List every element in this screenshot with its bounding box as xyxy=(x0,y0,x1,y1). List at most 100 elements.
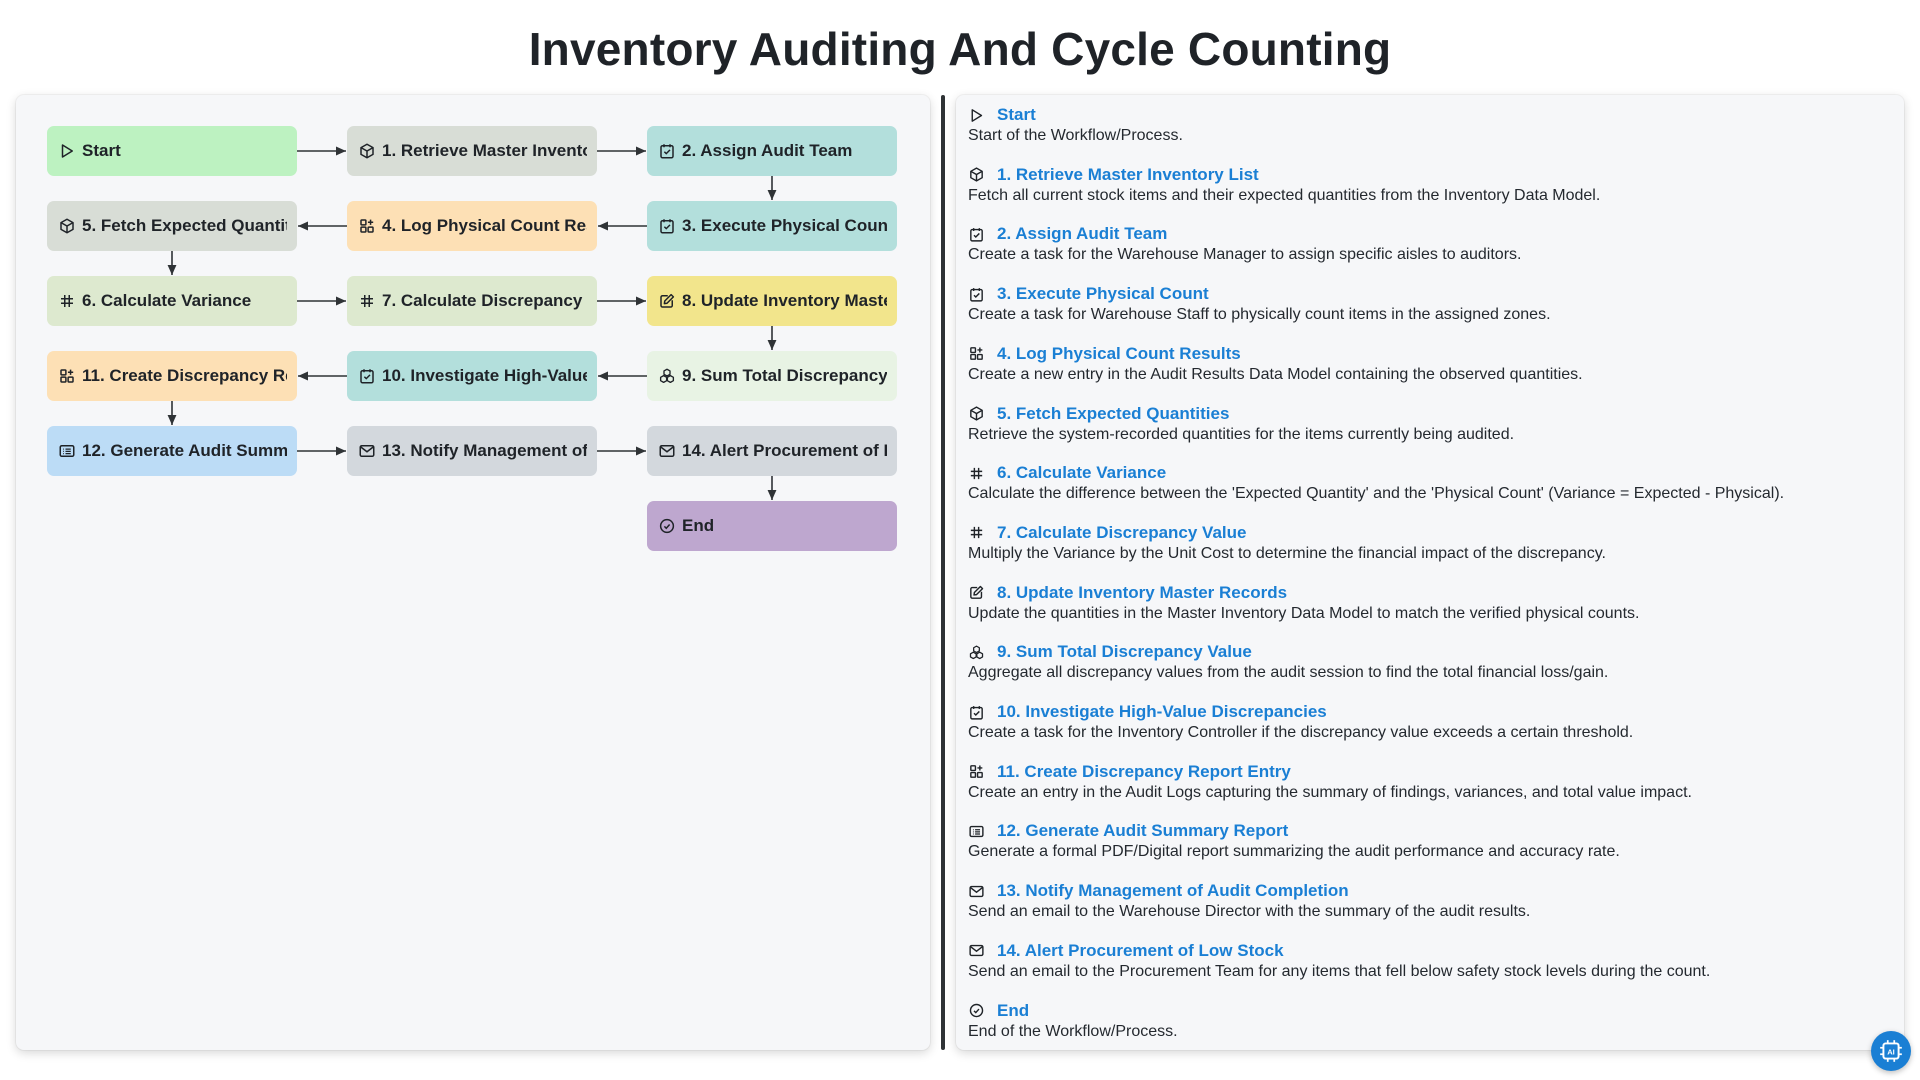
flow-node-label: 12. Generate Audit Summary Report xyxy=(82,441,287,460)
step-detail-item: 4. Log Physical Count Results Create a ne… xyxy=(968,343,1888,385)
flow-node-n14[interactable]: 14. Alert Procurement of Low Stock xyxy=(647,426,897,476)
step-description: Start of the Workflow/Process. xyxy=(968,127,1183,144)
step-title-link[interactable]: 2. Assign Audit Team xyxy=(997,224,1167,244)
step-description: Aggregate all discrepancy values from th… xyxy=(968,664,1609,682)
step-title-link[interactable]: 8. Update Inventory Master Records xyxy=(997,583,1287,603)
cube-icon xyxy=(970,167,983,182)
flow-node-label: 4. Log Physical Count Results xyxy=(382,216,587,235)
flow-node-n10[interactable]: 10. Investigate High-Value Discrepancies xyxy=(347,351,597,401)
task-check-icon xyxy=(660,144,674,159)
calculator-hash-icon xyxy=(970,527,983,539)
flow-node-label: 2. Assign Audit Team xyxy=(682,141,853,160)
flow-node-label: Start xyxy=(82,141,121,160)
step-title-link[interactable]: End xyxy=(997,1001,1029,1021)
flow-node-label: 13. Notify Management of Audit Completio… xyxy=(382,441,587,460)
step-detail-item: End End of the Workflow/Process. xyxy=(968,1000,1888,1042)
flow-diagram-panel: Start 1. Retrieve Master Inventory List 2.… xyxy=(16,95,930,1050)
step-title-link[interactable]: 9. Sum Total Discrepancy Value xyxy=(997,642,1252,662)
flow-node-n1[interactable]: 1. Retrieve Master Inventory List xyxy=(347,126,597,176)
data-grid-icon xyxy=(60,369,74,383)
flow-node-label: 9. Sum Total Discrepancy Value xyxy=(682,366,887,385)
step-description: Generate a formal PDF/Digital report sum… xyxy=(968,843,1620,861)
flow-node-n6[interactable]: 6. Calculate Variance xyxy=(47,276,297,326)
edit-icon xyxy=(660,293,675,308)
step-detail-item: 1. Retrieve Master Inventory List Fetch a… xyxy=(968,164,1888,206)
step-title-link[interactable]: 10. Investigate High-Value Discrepancies xyxy=(997,702,1327,722)
mail-icon xyxy=(359,445,375,457)
play-icon xyxy=(61,144,73,158)
step-detail-item: 5. Fetch Expected Quantities Retrieve the… xyxy=(968,403,1888,445)
step-detail-item: 7. Calculate Discrepancy Value Multiply t… xyxy=(968,522,1888,564)
flow-node-end[interactable]: End xyxy=(647,501,897,551)
flow-node-n3[interactable]: 3. Execute Physical Count xyxy=(647,201,897,251)
flow-node-label: End xyxy=(682,516,715,535)
flow-node-label: 6. Calculate Variance xyxy=(82,291,252,310)
step-description: Create a task for the Warehouse Manager … xyxy=(968,246,1522,264)
flow-node-n2[interactable]: 2. Assign Audit Team xyxy=(647,126,897,176)
step-description: Multiply the Variance by the Unit Cost t… xyxy=(968,544,1606,562)
task-check-icon xyxy=(970,705,983,720)
step-detail-item: 9. Sum Total Discrepancy Value Aggregate … xyxy=(968,641,1888,683)
step-title-link[interactable]: 11. Create Discrepancy Report Entry xyxy=(997,762,1291,782)
step-detail-item: 6. Calculate Variance Calculate the diffe… xyxy=(968,462,1888,504)
data-grid-icon xyxy=(970,765,983,779)
step-title-link[interactable]: 5. Fetch Expected Quantities xyxy=(997,404,1229,424)
step-description: Update the quantities in the Master Inve… xyxy=(968,604,1640,622)
step-description: Create a task for the Inventory Controll… xyxy=(968,724,1634,741)
flow-node-n5[interactable]: 5. Fetch Expected Quantities xyxy=(47,201,297,251)
edit-icon xyxy=(970,585,984,599)
flow-node-start[interactable]: Start xyxy=(47,126,297,176)
step-description: Create a new entry in the Audit Results … xyxy=(968,365,1583,383)
step-detail-item: 11. Create Discrepancy Report Entry Creat… xyxy=(968,761,1888,803)
flow-node-n11[interactable]: 11. Create Discrepancy Report Entry xyxy=(47,351,297,401)
flow-node-label: 5. Fetch Expected Quantities xyxy=(82,216,287,235)
flow-node-label: 10. Investigate High-Value Discrepancies xyxy=(382,366,587,385)
aggregate-icon xyxy=(969,645,984,659)
step-details-panel: Start Start of the Workflow/Process. 1. Re… xyxy=(956,95,1904,1050)
check-circle-icon xyxy=(659,518,675,534)
flow-node-n12[interactable]: 12. Generate Audit Summary Report xyxy=(47,426,297,476)
flow-node-label: 3. Execute Physical Count xyxy=(682,216,887,235)
flow-node-n8[interactable]: 8. Update Inventory Master Records xyxy=(647,276,897,326)
step-description: End of the Workflow/Process. xyxy=(968,1022,1178,1040)
data-grid-icon xyxy=(360,219,374,233)
step-title-link[interactable]: 1. Retrieve Master Inventory List xyxy=(997,165,1259,185)
flow-node-n4[interactable]: 4. Log Physical Count Results xyxy=(347,201,597,251)
step-title-link[interactable]: 14. Alert Procurement of Low Stock xyxy=(997,941,1284,961)
flow-node-label: 11. Create Discrepancy Report Entry xyxy=(82,366,287,385)
step-description: Create a task for Warehouse Staff to phy… xyxy=(968,306,1551,324)
check-circle-icon xyxy=(969,1003,984,1018)
step-description: Send an email to the Warehouse Director … xyxy=(968,903,1531,921)
flow-node-label: 1. Retrieve Master Inventory List xyxy=(382,141,587,160)
step-detail-item: 10. Investigate High-Value Discrepancies… xyxy=(968,701,1888,743)
task-check-icon xyxy=(360,369,374,384)
calculator-hash-icon xyxy=(970,467,983,479)
mail-icon xyxy=(969,945,984,957)
play-icon xyxy=(971,108,983,122)
aggregate-icon xyxy=(659,368,675,384)
step-title-link[interactable]: 7. Calculate Discrepancy Value xyxy=(997,523,1246,543)
step-description: Create an entry in the Audit Logs captur… xyxy=(968,783,1692,801)
flow-node-label: 8. Update Inventory Master Records xyxy=(682,291,887,310)
task-check-icon xyxy=(970,287,983,302)
flow-node-n13[interactable]: 13. Notify Management of Audit Completio… xyxy=(347,426,597,476)
panel-splitter[interactable] xyxy=(941,95,945,1050)
ai-assistant-button[interactable]: AI xyxy=(1871,1031,1911,1071)
step-title-link[interactable]: 3. Execute Physical Count xyxy=(997,284,1209,304)
step-title-link[interactable]: 13. Notify Management of Audit Completio… xyxy=(997,881,1349,901)
report-icon xyxy=(969,825,984,838)
step-title-link[interactable]: 6. Calculate Variance xyxy=(997,463,1166,483)
chip-icon: AI xyxy=(1880,1040,1902,1062)
page-title: Inventory Auditing And Cycle Counting xyxy=(528,23,1392,75)
step-detail-item: Start Start of the Workflow/Process. xyxy=(968,104,1888,146)
flow-node-n7[interactable]: 7. Calculate Discrepancy Value xyxy=(347,276,597,326)
flow-node-n9[interactable]: 9. Sum Total Discrepancy Value xyxy=(647,351,897,401)
flow-node-label: 14. Alert Procurement of Low Stock xyxy=(682,441,887,460)
step-description: Retrieve the system-recorded quantities … xyxy=(968,425,1515,443)
step-title-link[interactable]: 4. Log Physical Count Results xyxy=(997,344,1241,364)
step-detail-item: 13. Notify Management of Audit Completio… xyxy=(968,880,1888,922)
step-title-link[interactable]: 12. Generate Audit Summary Report xyxy=(997,821,1288,841)
step-detail-item: 3. Execute Physical Count Create a task f… xyxy=(968,283,1888,325)
step-title-link[interactable]: Start xyxy=(997,105,1036,125)
flow-node-label: 7. Calculate Discrepancy Value xyxy=(382,291,587,310)
